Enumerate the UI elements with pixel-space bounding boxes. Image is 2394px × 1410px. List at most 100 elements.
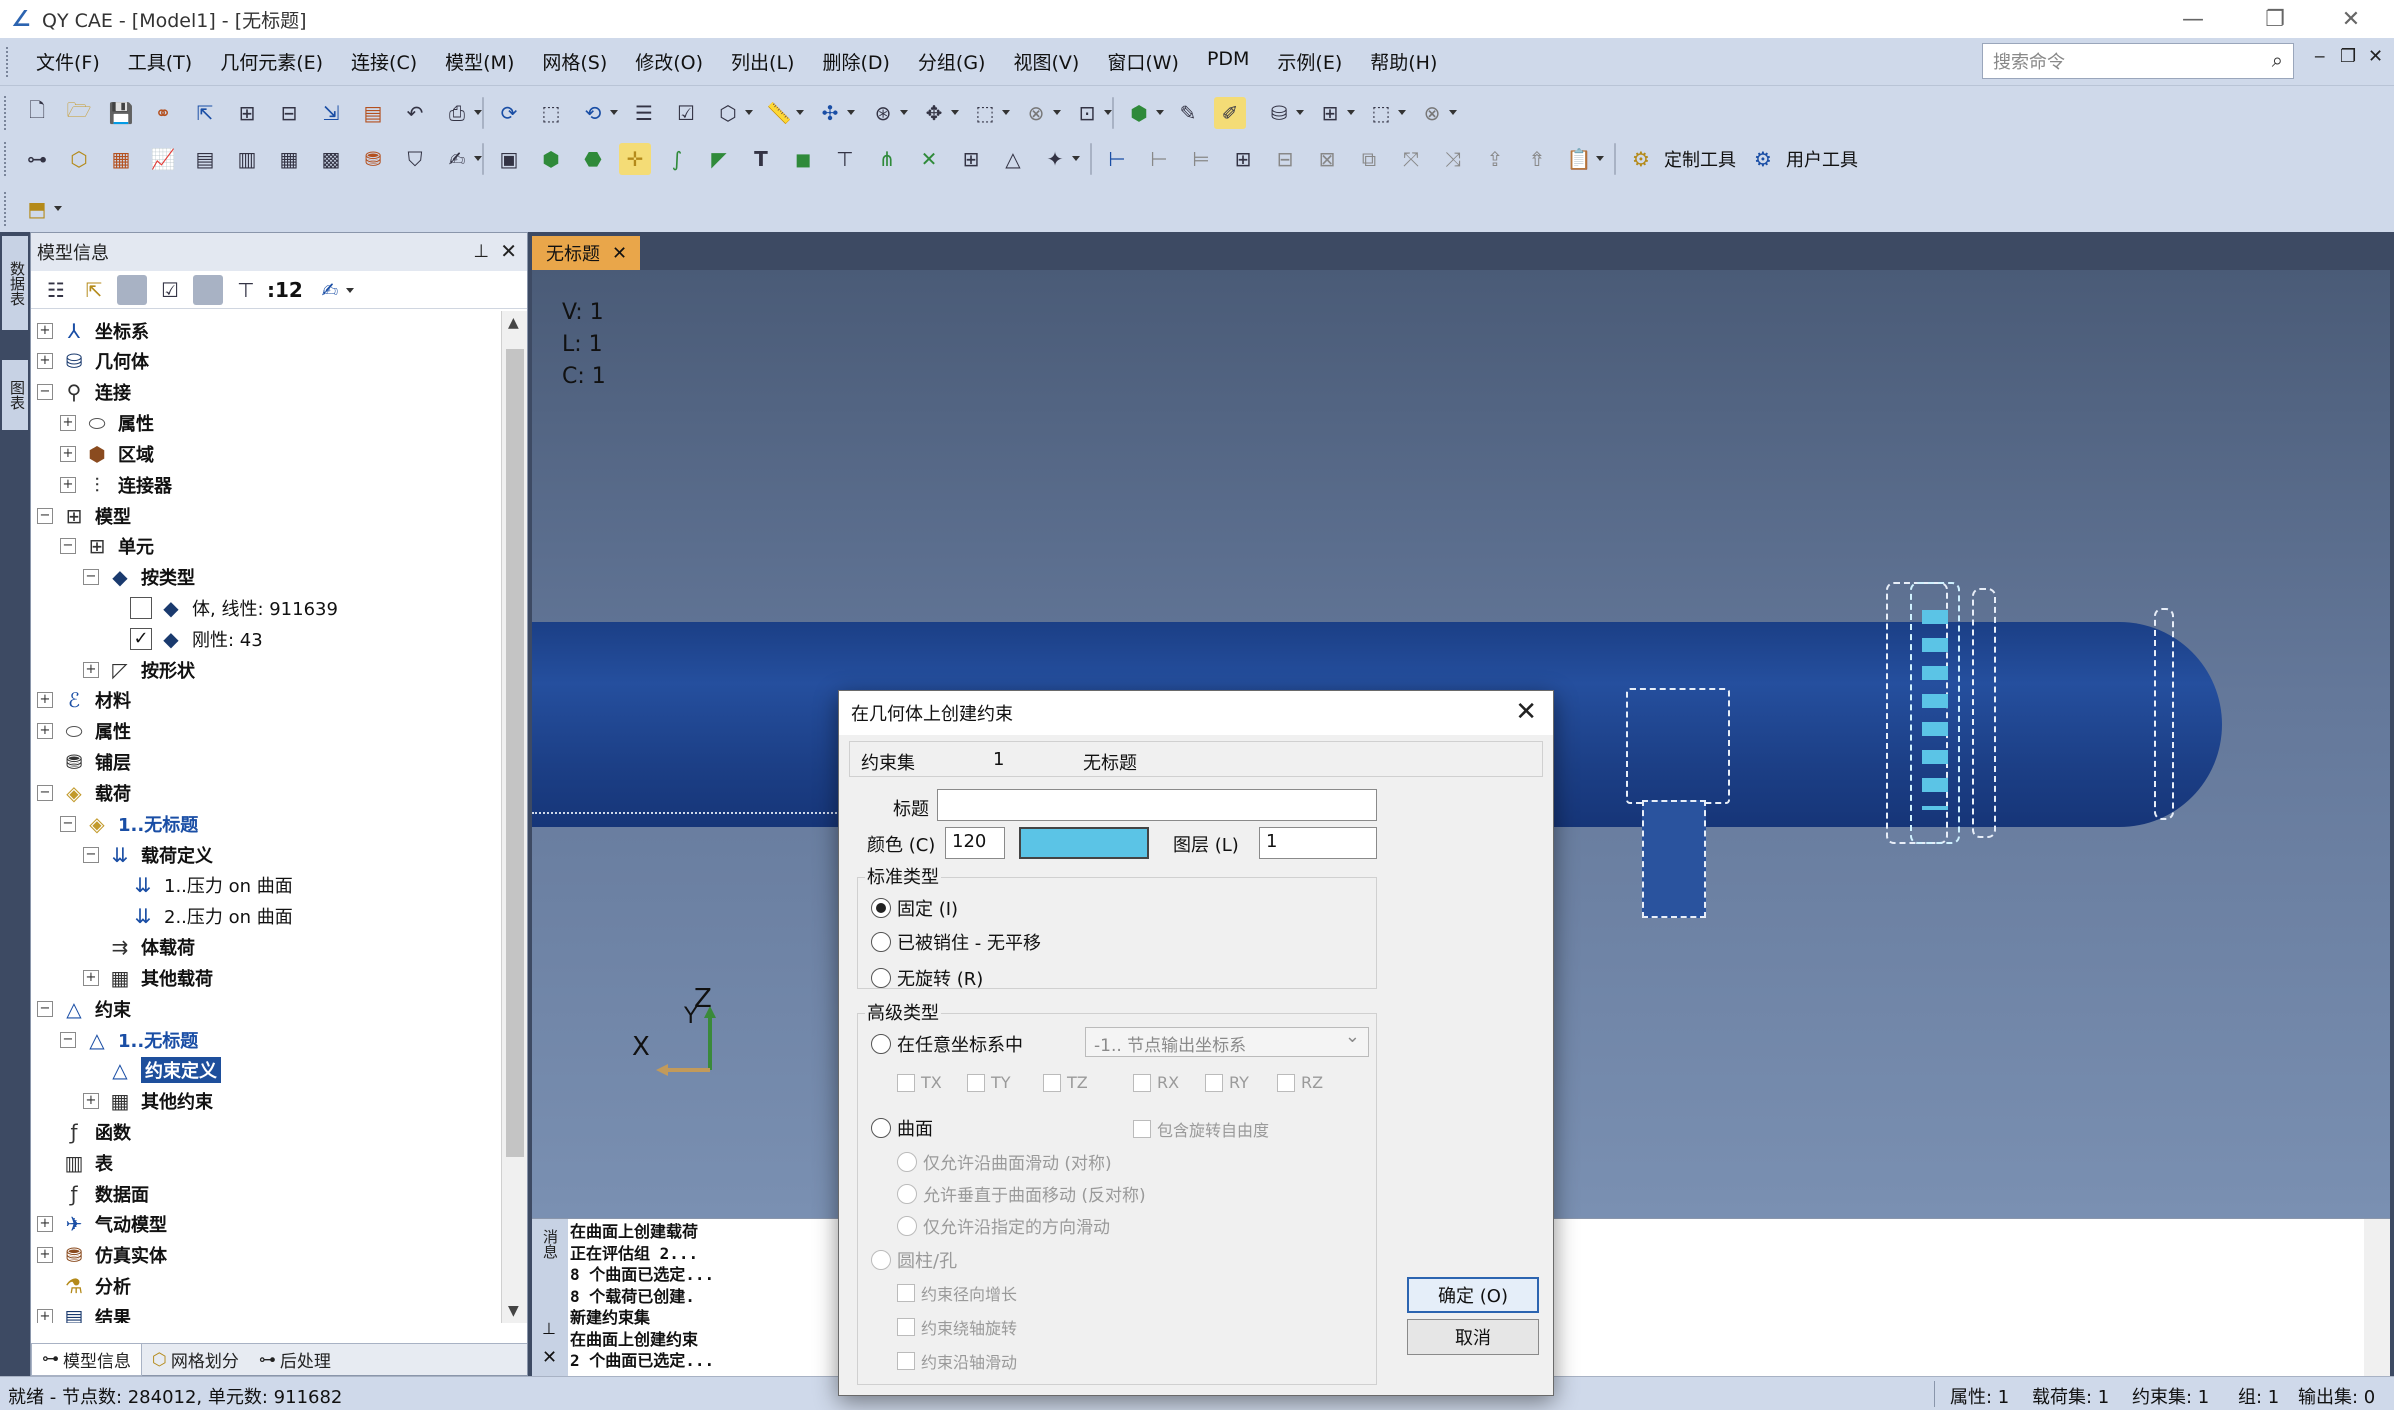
- menu-item[interactable]: 删除(D): [808, 48, 903, 75]
- check-icon[interactable]: ☑: [670, 97, 702, 129]
- tree-item[interactable]: + ⛃ 仿真实体: [37, 1240, 167, 1271]
- tree-item[interactable]: − ⇊ 载荷定义: [83, 839, 213, 870]
- dialog-close-icon[interactable]: ✕: [1515, 697, 1537, 727]
- ok-button[interactable]: 确定 (O): [1407, 1277, 1539, 1313]
- document-tab[interactable]: 无标题 ✕: [532, 236, 640, 270]
- dof-ty[interactable]: TY: [967, 1073, 1011, 1092]
- menu-item[interactable]: 分组(G): [904, 48, 1000, 75]
- tree-item[interactable]: + ◸ 按形状: [83, 654, 195, 685]
- collapse-icon[interactable]: −: [37, 1000, 53, 1017]
- zoom-box-icon[interactable]: ⬚: [969, 97, 1010, 129]
- cube-icon[interactable]: ⬡: [712, 97, 753, 129]
- refresh-icon[interactable]: ⟳: [493, 97, 525, 129]
- point-icon[interactable]: ✛: [619, 143, 651, 175]
- axis-rotation-checkbox[interactable]: 约束绕轴旋转: [897, 1315, 1017, 1339]
- tree-item[interactable]: − ⚲ 连接: [37, 377, 131, 408]
- collapse-icon[interactable]: −: [83, 569, 99, 586]
- cells-icon[interactable]: ⊞: [1227, 143, 1259, 175]
- tree-item[interactable]: + ⬭ 属性: [37, 716, 131, 747]
- cross-icon[interactable]: ✕: [913, 143, 945, 175]
- tree-item[interactable]: + ℰ 材料: [37, 685, 131, 716]
- macro-icon[interactable]: ⬒: [21, 193, 62, 225]
- menu-item[interactable]: 连接(C): [337, 48, 431, 75]
- message-pin-icon[interactable]: ⊥: [542, 1319, 556, 1338]
- move-icon[interactable]: ⤧: [1395, 143, 1427, 175]
- tree-item[interactable]: ⇉ 体载荷: [83, 932, 195, 963]
- radio-fixed[interactable]: 固定 (I): [871, 895, 958, 921]
- scroll-down-icon[interactable]: ▼: [508, 1303, 519, 1319]
- tree-item[interactable]: − ⊞ 模型: [37, 500, 131, 531]
- menu-item[interactable]: 模型(M): [431, 48, 528, 75]
- save-icon[interactable]: 💾: [105, 97, 137, 129]
- expand-icon[interactable]: +: [83, 661, 99, 678]
- volume-icon[interactable]: ◼: [787, 143, 819, 175]
- tree-export-icon[interactable]: ⇱: [79, 275, 109, 305]
- side-tab-chart[interactable]: 图表: [2, 360, 28, 430]
- text-icon[interactable]: T: [745, 143, 777, 175]
- dof-tx[interactable]: TX: [897, 1073, 942, 1092]
- tree-item[interactable]: ✓ ◆ 刚性: 43: [106, 623, 263, 654]
- sheet-icon[interactable]: ▤: [189, 143, 221, 175]
- menu-item[interactable]: 几何元素(E): [206, 48, 337, 75]
- collapse-icon[interactable]: −: [83, 846, 99, 863]
- tree-item[interactable]: + ✈ 气动模型: [37, 1209, 167, 1240]
- cells2-icon[interactable]: ⊟: [1269, 143, 1301, 175]
- collapse-icon[interactable]: −: [60, 1031, 76, 1048]
- scroll-up-icon[interactable]: ▲: [508, 315, 519, 331]
- tree-item[interactable]: ƒ 数据面: [37, 1178, 149, 1209]
- tree-item[interactable]: + ⛁ 几何体: [37, 346, 149, 377]
- expand-icon[interactable]: +: [37, 1216, 53, 1233]
- align-left-icon[interactable]: ⊢: [1101, 143, 1133, 175]
- color-swatch[interactable]: [1019, 827, 1149, 859]
- clipboard-icon[interactable]: 📋: [1563, 143, 1604, 175]
- tree-item[interactable]: ⛃ 铺层: [37, 747, 131, 778]
- select-icon[interactable]: ⬚: [535, 97, 567, 129]
- print-icon[interactable]: ⎙: [441, 97, 482, 129]
- menu-item[interactable]: 工具(T): [114, 48, 206, 75]
- radio-surface[interactable]: 曲面: [871, 1115, 933, 1141]
- tree-scrollbar[interactable]: ▲ ▼: [501, 311, 527, 1323]
- minimize-button[interactable]: —: [2156, 0, 2230, 38]
- rotate-icon[interactable]: ⟲: [577, 97, 618, 129]
- export-icon[interactable]: ⇲: [315, 97, 347, 129]
- message-close-icon[interactable]: ✕: [542, 1347, 557, 1368]
- menu-item[interactable]: 修改(O): [621, 48, 717, 75]
- tree-check-icon[interactable]: ☑: [155, 275, 185, 305]
- collapse-icon[interactable]: −: [37, 784, 53, 801]
- search-input[interactable]: 搜索命令 ⌕: [1982, 43, 2294, 79]
- mesh-green-icon[interactable]: ⬣: [577, 143, 609, 175]
- tree-item[interactable]: + ⅄ 坐标系: [37, 315, 149, 346]
- expand-icon[interactable]: +: [37, 723, 53, 740]
- mdi-restore-button[interactable]: ❐: [2340, 46, 2356, 67]
- expand-icon[interactable]: +: [37, 692, 53, 709]
- expand-icon[interactable]: +: [37, 353, 53, 370]
- menu-item[interactable]: 网格(S): [528, 48, 621, 75]
- tree-item[interactable]: − ◈ 1..无标题: [60, 808, 198, 839]
- include-rotation-checkbox[interactable]: 包含旋转自由度: [1133, 1117, 1269, 1141]
- radial-growth-checkbox[interactable]: 约束径向增长: [897, 1281, 1017, 1305]
- menu-item[interactable]: 帮助(H): [1356, 48, 1451, 75]
- tree-options-icon[interactable]: ☷: [41, 275, 71, 305]
- list-icon[interactable]: ☰: [628, 97, 660, 129]
- pick-icon[interactable]: ⊡: [1071, 97, 1112, 129]
- tree-filter-icon[interactable]: ✍: [315, 275, 354, 305]
- collapse-icon[interactable]: −: [37, 384, 53, 401]
- side-tab-data-table[interactable]: 数据表: [2, 236, 28, 330]
- grid-icon[interactable]: ⊞: [231, 97, 263, 129]
- render-icon[interactable]: ⬢: [1123, 97, 1164, 129]
- radio-slide-symmetric[interactable]: 仅允许沿曲面滑动 (对称): [897, 1149, 1112, 1174]
- paint-icon[interactable]: ⛉: [399, 143, 431, 175]
- expand-icon[interactable]: +: [37, 322, 53, 339]
- tree-item[interactable]: + ⫶ 连接器: [60, 469, 172, 500]
- expand-icon[interactable]: +: [60, 415, 76, 431]
- align-icon[interactable]: ⊢: [1143, 143, 1175, 175]
- expand-icon[interactable]: +: [37, 1247, 53, 1264]
- radio-no-rotation[interactable]: 无旋转 (R): [871, 965, 983, 991]
- grid-edit-icon[interactable]: ▦: [105, 143, 137, 175]
- axis-slide-checkbox[interactable]: 约束沿轴滑动: [897, 1349, 1017, 1373]
- document-tab-close-icon[interactable]: ✕: [612, 243, 627, 264]
- coord-system-select[interactable]: -1.. 节点输出坐标系: [1085, 1026, 1369, 1057]
- cancel-op-icon[interactable]: ⊗: [1416, 97, 1457, 129]
- grid-plain-icon[interactable]: ⊞: [955, 143, 987, 175]
- tree-item[interactable]: − ⊞ 单元: [60, 531, 154, 562]
